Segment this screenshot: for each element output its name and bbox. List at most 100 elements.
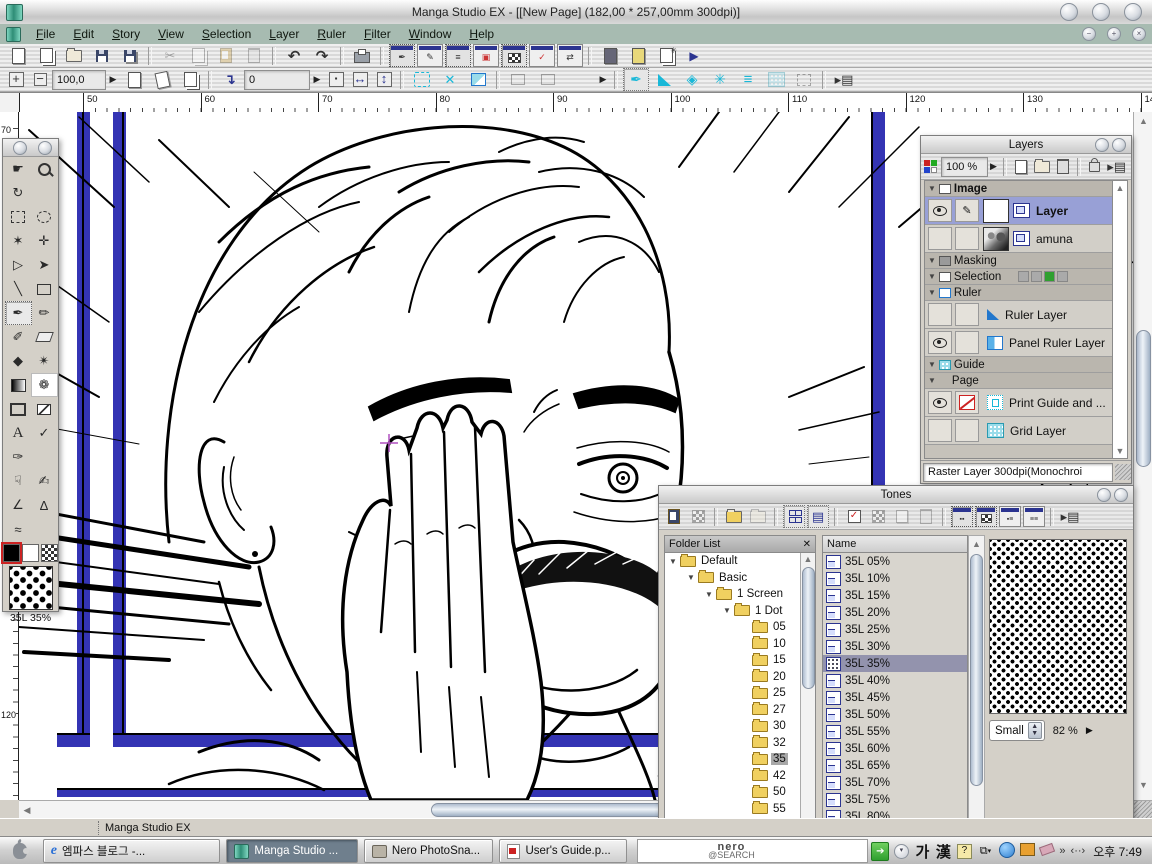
ruler-select-tool[interactable]: ∠ (5, 493, 32, 517)
actual-size-button[interactable] (177, 68, 203, 91)
palette-menu-button[interactable]: ▸▤ (831, 68, 857, 91)
open-story-button[interactable] (625, 44, 651, 67)
tone-check-button[interactable]: ✕ (437, 68, 463, 91)
vertical-scroll-thumb[interactable] (1136, 330, 1151, 467)
marquee-tool[interactable] (5, 205, 32, 229)
tone-item[interactable]: 35L 40% (823, 672, 967, 689)
panel-maker-tool[interactable] (5, 397, 32, 421)
visibility-toggle[interactable] (928, 303, 952, 326)
tone-item[interactable]: 35L 15% (823, 587, 967, 604)
name-column-header[interactable]: Name (822, 535, 968, 553)
layer-row[interactable]: Ruler Layer (925, 301, 1113, 329)
folder-tree-item[interactable]: 55 (665, 801, 815, 818)
print-button[interactable] (349, 44, 375, 67)
layer-row[interactable]: amuna (925, 225, 1113, 253)
line-tool[interactable]: ╲ (5, 277, 32, 301)
selection-mini-buttons[interactable] (1018, 271, 1068, 282)
open-page-button[interactable] (597, 44, 623, 67)
folder-list-header[interactable]: Folder List ✕ (664, 535, 816, 553)
copy-button[interactable] (185, 44, 211, 67)
eyedropper-tool[interactable]: ✑ (5, 445, 32, 469)
selection-pen-tool[interactable]: ✍ (31, 469, 58, 493)
lasso-tool[interactable] (31, 205, 58, 229)
fill-tool[interactable]: ◆ (5, 349, 32, 373)
batch-output-button[interactable]: ✳ (653, 44, 679, 67)
ime-options-button[interactable]: ▾ (892, 842, 910, 860)
tone-item[interactable]: 35L 65% (823, 757, 967, 774)
layer-group-masking[interactable]: ▼Masking (925, 253, 1113, 269)
layer-group-guide[interactable]: ▼Guide (925, 357, 1113, 373)
layer-group-page[interactable]: ▼Page (925, 373, 1113, 389)
toggle-navigator-palette-button[interactable]: ▣ (473, 44, 499, 67)
layer-row[interactable]: Panel Ruler Layer (925, 329, 1113, 357)
reset-rotation-button[interactable]: ▪ (325, 68, 347, 91)
layer-select-button[interactable] (465, 68, 491, 91)
save-button[interactable] (89, 44, 115, 67)
folder-tree-item[interactable]: 42 (665, 768, 815, 785)
new-folder-button[interactable] (1033, 155, 1052, 178)
scroll-down-icon[interactable]: ▼ (1134, 780, 1152, 790)
taskbar-item-browser[interactable]: e 엠파스 블로그 -... (43, 839, 221, 863)
menu-item[interactable]: File (27, 25, 64, 43)
next-page-button[interactable] (533, 68, 559, 91)
layers-panel-titlebar[interactable]: Layers (921, 136, 1131, 154)
visibility-toggle[interactable] (928, 199, 952, 222)
visibility-toggle[interactable] (928, 419, 952, 442)
folder-tree-item[interactable]: 30 (665, 718, 815, 735)
doc-close-button[interactable]: × (1132, 27, 1146, 41)
resize-grip[interactable] (1133, 800, 1152, 818)
paste-tone-button[interactable] (663, 505, 685, 528)
panel-shade-button[interactable] (1097, 488, 1111, 502)
tree-scroll-thumb[interactable] (802, 567, 815, 689)
pen-tool[interactable]: ✒ (5, 301, 32, 325)
zoom-out-button[interactable]: − (29, 68, 51, 91)
ime-korean-button[interactable]: 가 (913, 842, 931, 860)
page-menu-button[interactable]: ▶ (596, 71, 610, 89)
selected-tone-swatch[interactable] (9, 566, 53, 610)
tone-item[interactable]: 35L 70% (823, 774, 967, 791)
menu-item[interactable]: Ruler (308, 25, 355, 43)
ime-hanja-button[interactable]: 漢 (934, 842, 952, 860)
tone-item[interactable]: 35L 60% (823, 740, 967, 757)
ime-pad-button[interactable]: ⧉▾ (976, 842, 994, 860)
panel-cutter-tool[interactable] (31, 397, 58, 421)
folder-tree-item[interactable]: 15 (665, 652, 815, 669)
toggle-properties-palette-button[interactable]: ✓ (529, 44, 555, 67)
expander-icon[interactable] (723, 606, 731, 615)
folder-new-button[interactable] (747, 505, 769, 528)
panel-resize-grip[interactable] (1115, 464, 1131, 480)
ruler-pen-button[interactable]: ✒ (623, 68, 649, 91)
folder-tree-item[interactable]: Basic (665, 570, 815, 587)
menu-item[interactable]: Help (460, 25, 503, 43)
doc-restore-button[interactable]: + (1107, 27, 1121, 41)
taskbar-item-manga-studio[interactable]: Manga Studio ... (226, 839, 357, 863)
layers-scrollbar[interactable]: ▲ ▼ (1112, 180, 1128, 459)
edit-toggle[interactable] (955, 391, 979, 414)
cut-button[interactable]: ✂ (157, 44, 183, 67)
close-icon[interactable]: ✕ (803, 539, 811, 550)
flip-horizontal-button[interactable]: ↔ (349, 68, 371, 91)
toggle-history-palette-button[interactable]: ⇄ (557, 44, 583, 67)
folder-tree-scrollbar[interactable]: ▲ (800, 553, 815, 840)
panel-shade-button[interactable] (1095, 138, 1109, 152)
expander-icon[interactable] (687, 573, 695, 582)
tone-item[interactable]: 35L 05% (823, 553, 967, 570)
view-mode-small-button[interactable]: ▪▪ (951, 506, 973, 527)
edit-toggle[interactable] (955, 227, 979, 250)
lock-layer-button[interactable] (1086, 155, 1105, 178)
grid-ruler-button[interactable] (763, 68, 789, 91)
toggle-tools-palette-button[interactable]: ✒ (389, 44, 415, 67)
fit-page-button[interactable] (121, 68, 147, 91)
delete-layer-button[interactable] (1053, 155, 1072, 178)
visibility-toggle[interactable] (928, 227, 952, 250)
tone-item[interactable]: 35L 30% (823, 638, 967, 655)
title-bar[interactable]: Manga Studio EX - [[New Page] (182,00 * … (0, 0, 1152, 25)
tone-item[interactable]: 35L 45% (823, 689, 967, 706)
tone-item[interactable]: 35L 35% (823, 655, 967, 672)
layer-color-icon[interactable] (924, 160, 937, 173)
rotate-canvas-tool[interactable]: ↻ (5, 181, 32, 205)
rotate-view-button[interactable]: ↴ (217, 68, 243, 91)
move-tool[interactable]: ✛ (31, 229, 58, 253)
save-all-button[interactable] (117, 44, 143, 67)
rectangle-tool[interactable] (31, 277, 58, 301)
